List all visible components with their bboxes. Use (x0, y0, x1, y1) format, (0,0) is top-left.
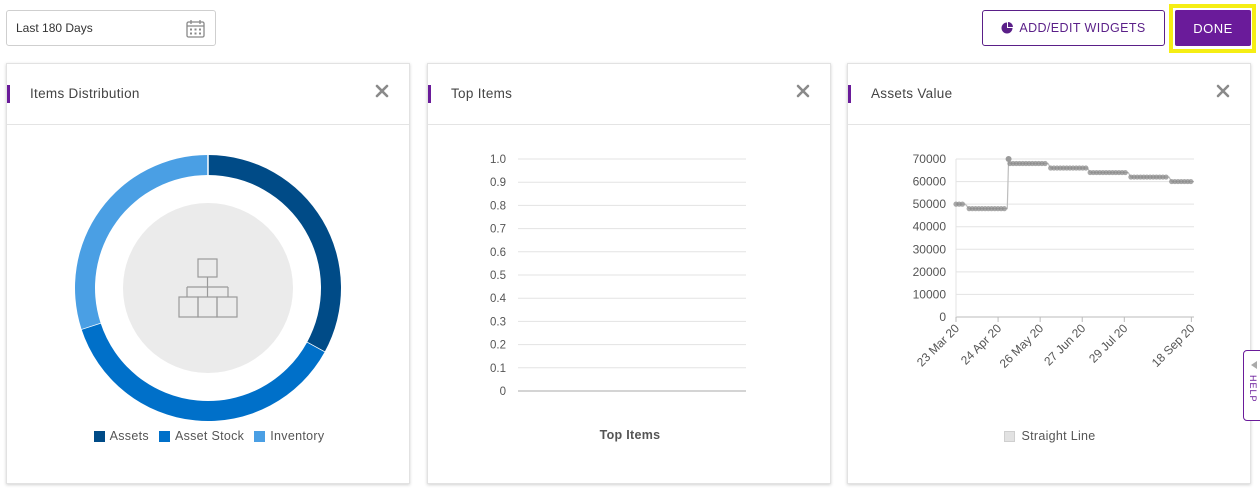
legend-label: Assets (109, 429, 149, 443)
y-tick-label: 0.4 (490, 293, 507, 305)
data-point[interactable] (1083, 165, 1089, 171)
date-range-value: Last 180 Days (16, 21, 93, 35)
assets-value-widget: Assets Value 0 10000 20000 30000 40000 50000 6… (847, 63, 1251, 484)
y-tick-label: 0.8 (490, 200, 506, 212)
pie-chart-icon (1001, 22, 1014, 34)
x-tick-label: 18 Sep 20 (1149, 321, 1198, 370)
top-items-widget: Top Items 0 0.1 0.2 0.3 0.4 0.5 0.6 0.7 0.8 0.9 1.… (427, 63, 831, 484)
data-point[interactable] (1042, 160, 1048, 167)
y-tick-label: 0 (939, 310, 946, 324)
done-label: DONE (1193, 20, 1233, 36)
line-legend[interactable]: Straight Line (848, 429, 1252, 443)
close-icon[interactable] (796, 84, 810, 98)
y-tick-label: 0.7 (490, 224, 506, 236)
data-point[interactable] (1163, 174, 1169, 180)
y-tick-label: 50000 (913, 197, 947, 211)
legend-swatch-asset-stock (158, 430, 170, 442)
header-accent (848, 85, 851, 103)
widget-title: Assets Value (871, 86, 953, 101)
y-tick-label: 0.3 (490, 316, 506, 328)
x-axis-title: Top Items (599, 428, 661, 442)
done-button[interactable]: DONE (1175, 10, 1251, 46)
assets-value-line-chart: 0 10000 20000 30000 40000 50000 60000 70000 23 M… (913, 152, 1198, 371)
widget-header: Assets Value (848, 64, 1250, 125)
legend-item-inventory[interactable]: Inventory (254, 429, 324, 443)
widget-title: Top Items (451, 86, 513, 101)
header-accent (428, 85, 431, 103)
x-tick-label: 27 Jun 20 (1041, 321, 1088, 368)
y-tick-label: 10000 (913, 287, 947, 301)
data-point[interactable] (959, 201, 965, 207)
donut-legend: Assets Asset Stock Inventory (7, 429, 411, 443)
legend-label: Straight Line (1021, 429, 1096, 443)
x-tick-label: 29 Jul 20 (1086, 321, 1131, 366)
widget-header: Items Distribution (7, 64, 409, 125)
y-tick-label: 0.9 (490, 177, 506, 189)
data-point[interactable] (1188, 178, 1194, 185)
data-point[interactable] (1005, 156, 1012, 162)
legend-item-assets[interactable]: Assets (93, 429, 149, 443)
y-tick-label: 0.6 (490, 247, 506, 259)
close-icon[interactable] (375, 84, 389, 98)
help-tab[interactable]: HELP (1243, 350, 1260, 421)
legend-swatch-inventory (254, 430, 266, 442)
help-label: HELP (1248, 375, 1258, 403)
legend-label: Asset Stock (174, 429, 245, 443)
donut-chart (74, 153, 342, 422)
legend-swatch-straight-line (1004, 430, 1016, 442)
y-tick-label: 30000 (913, 242, 947, 256)
widget-header: Top Items (428, 64, 830, 125)
header-accent (7, 85, 10, 103)
items-distribution-widget: Items Distribution Assets Asset Stock In… (6, 63, 410, 484)
data-point[interactable] (1001, 206, 1007, 212)
legend-label: Inventory (270, 429, 325, 443)
y-tick-label: 0 (500, 386, 506, 398)
legend-item-asset-stock[interactable]: Asset Stock (158, 429, 245, 443)
widget-title: Items Distribution (30, 86, 140, 101)
y-tick-label: 60000 (913, 175, 947, 189)
triangle-left-icon (1251, 361, 1257, 369)
y-tick-label: 70000 (913, 152, 947, 166)
data-point[interactable] (1122, 169, 1128, 176)
y-tick-label: 20000 (913, 265, 947, 279)
top-items-bar-chart: 0 0.1 0.2 0.3 0.4 0.5 0.6 0.7 0.8 0.9 1.0 (490, 154, 746, 398)
y-tick-label: 0.5 (490, 270, 506, 282)
legend-swatch-assets (93, 430, 105, 442)
y-tick-label: 0.1 (490, 363, 506, 375)
calendar-icon[interactable] (186, 19, 205, 38)
x-tick-label: 23 Mar 20 (914, 321, 962, 369)
dashboard-toolbar: Last 180 Days ADD/EDIT WIDGETS DONE (0, 0, 1260, 56)
x-tick-label: 26 May 20 (997, 321, 1047, 371)
y-tick-label: 40000 (913, 220, 947, 234)
add-edit-widgets-label: ADD/EDIT WIDGETS (1019, 21, 1146, 35)
y-tick-label: 0.2 (490, 340, 506, 352)
y-tick-label: 1.0 (490, 154, 506, 166)
date-range-picker[interactable]: Last 180 Days (6, 10, 216, 46)
close-icon[interactable] (1216, 84, 1230, 98)
add-edit-widgets-button[interactable]: ADD/EDIT WIDGETS (982, 10, 1165, 46)
